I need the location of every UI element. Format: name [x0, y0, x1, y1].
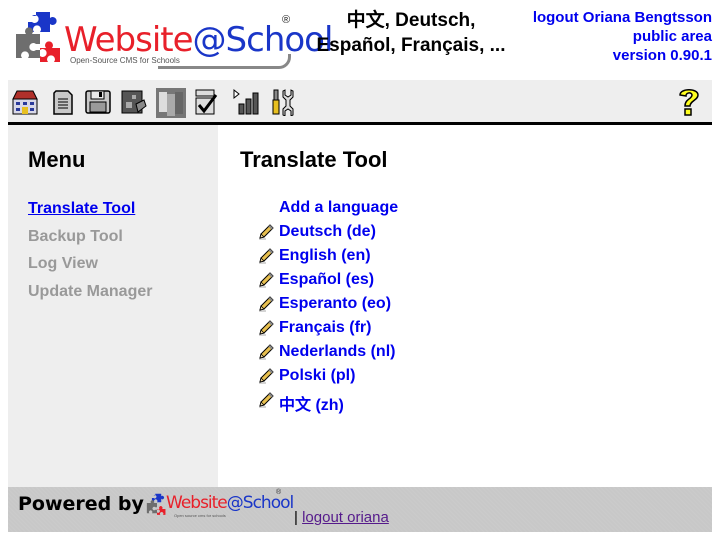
language-item[interactable]: 中文 (zh) — [258, 391, 398, 415]
language-link[interactable]: Deutsch (de) — [279, 223, 376, 240]
sidebar-item-translate-tool[interactable]: Translate Tool — [28, 200, 152, 228]
public-area-link[interactable]: public area — [633, 28, 712, 45]
users-icon[interactable] — [156, 88, 186, 118]
sidebar-item-update-manager[interactable]: Update Manager — [28, 283, 152, 311]
home-icon[interactable] — [11, 88, 39, 116]
languages-line-2: Español, Français, ... — [316, 35, 506, 56]
language-link[interactable]: Esperanto (eo) — [279, 295, 391, 312]
language-link[interactable]: Polski (pl) — [279, 367, 355, 384]
sidebar-item-label[interactable]: Translate Tool — [28, 200, 135, 217]
tools-icon[interactable] — [269, 88, 297, 117]
statistics-icon[interactable] — [232, 88, 260, 116]
language-link[interactable]: 中文 (zh) — [279, 397, 344, 414]
toolbar — [8, 80, 712, 125]
language-list: Add a language Deutsch (de) English (en) E… — [258, 199, 398, 415]
pencil-edit-icon[interactable] — [258, 392, 274, 408]
puzzle-pieces-icon — [146, 493, 166, 515]
pencil-edit-icon[interactable] — [258, 272, 274, 288]
page-icon[interactable] — [49, 88, 77, 116]
language-link[interactable]: English (en) — [279, 247, 371, 264]
floppy-disk-icon[interactable] — [84, 88, 112, 116]
footer: Powered by Website@School Open source cm… — [8, 487, 712, 532]
language-item[interactable]: Español (es) — [258, 271, 398, 295]
sidebar-item-label[interactable]: Backup Tool — [28, 228, 123, 245]
add-language-item[interactable]: Add a language — [258, 199, 398, 223]
language-item[interactable]: Esperanto (eo) — [258, 295, 398, 319]
powered-by-label: Powered by — [18, 493, 144, 515]
website-at-school-logo[interactable]: Website@School Open-Source CMS for Schoo… — [14, 10, 333, 74]
pencil-edit-icon[interactable] — [258, 320, 274, 336]
menu-title: Menu — [28, 147, 86, 172]
languages-line-1: 中文, Deutsch, — [346, 10, 476, 31]
sidebar: Menu Translate Tool Backup Tool Log View… — [8, 125, 218, 487]
footer-logout-link[interactable]: logout oriana — [302, 509, 389, 526]
footer-logo-tagline: Open source cms for schools — [174, 513, 226, 518]
page: Website@School Open-Source CMS for Schoo… — [8, 0, 712, 532]
logo-tagline: Open-Source CMS for Schools — [70, 56, 180, 65]
puzzle-pieces-icon — [16, 12, 60, 62]
language-item[interactable]: Deutsch (de) — [258, 223, 398, 247]
modules-icon[interactable] — [120, 88, 148, 116]
pencil-edit-icon[interactable] — [258, 368, 274, 384]
sidebar-item-backup-tool[interactable]: Backup Tool — [28, 228, 152, 256]
language-selector-text: 中文, Deutsch, Español, Français, ... — [300, 8, 522, 58]
configuration-icon[interactable] — [193, 88, 221, 116]
registered-mark: ® — [282, 14, 291, 26]
help-icon[interactable] — [676, 86, 704, 116]
user-box: logout Oriana Bengtsson public area vers… — [533, 8, 712, 65]
add-language-link[interactable]: Add a language — [279, 199, 398, 216]
separator: | — [294, 509, 298, 526]
footer-logo[interactable]: Website@School Open source cms for schoo… — [146, 489, 294, 523]
registered-mark: ® — [276, 489, 282, 496]
pencil-edit-icon[interactable] — [258, 344, 274, 360]
logout-link[interactable]: logout Oriana Bengtsson — [533, 9, 712, 26]
language-item[interactable]: Nederlands (nl) — [258, 343, 398, 367]
language-link[interactable]: Français (fr) — [279, 319, 371, 336]
pencil-edit-icon[interactable] — [258, 224, 274, 240]
sidebar-item-label[interactable]: Update Manager — [28, 283, 152, 300]
language-link[interactable]: Español (es) — [279, 271, 374, 288]
language-item[interactable]: Français (fr) — [258, 319, 398, 343]
header: Website@School Open-Source CMS for Schoo… — [8, 0, 712, 80]
footer-logo-wordmark: Website@School — [166, 493, 294, 513]
page-title: Translate Tool — [240, 147, 388, 172]
language-item[interactable]: English (en) — [258, 247, 398, 271]
sidebar-item-label[interactable]: Log View — [28, 255, 98, 272]
pencil-edit-icon[interactable] — [258, 248, 274, 264]
sidebar-item-log-view[interactable]: Log View — [28, 255, 152, 283]
language-link[interactable]: Nederlands (nl) — [279, 343, 395, 360]
pencil-edit-icon[interactable] — [258, 296, 274, 312]
sidebar-menu: Translate Tool Backup Tool Log View Upda… — [28, 200, 152, 310]
language-item[interactable]: Polski (pl) — [258, 367, 398, 391]
version-link[interactable]: version 0.90.1 — [613, 47, 712, 64]
footer-links: | logout oriana — [294, 509, 389, 526]
main-content: Translate Tool Add a language Deutsch (d… — [218, 125, 712, 487]
